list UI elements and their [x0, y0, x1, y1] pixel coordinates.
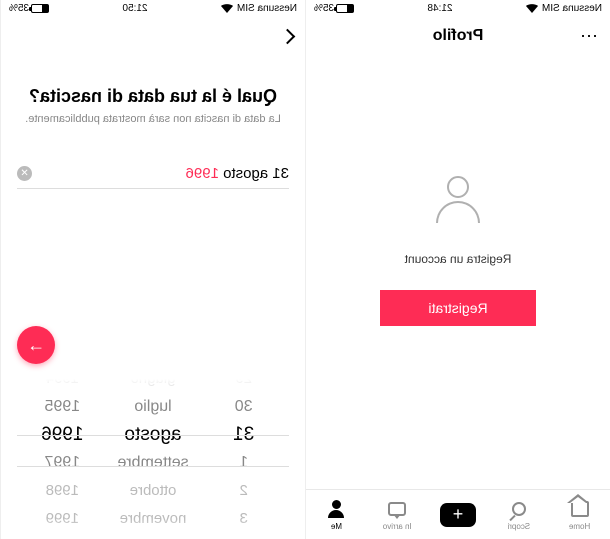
date-value: 31 agosto 1996 [186, 165, 289, 182]
tab-inbox[interactable]: In arrivo [367, 490, 428, 539]
tab-label: In arrivo [383, 522, 412, 531]
picker-item[interactable]: settembre [117, 449, 188, 477]
wifi-icon [526, 4, 538, 13]
nav-bar: ⋯ Profilo [306, 16, 610, 56]
picker-item[interactable]: 1998 [46, 477, 79, 505]
picker-item[interactable]: 1997 [45, 449, 81, 477]
clear-icon[interactable]: ✕ [17, 166, 32, 181]
battery-percent: 35% [314, 3, 334, 14]
picker-item[interactable]: ottobre [130, 477, 177, 505]
picker-item[interactable]: 1996 [41, 421, 83, 449]
search-icon [512, 502, 526, 516]
picker-item[interactable]: 31 [233, 421, 254, 449]
tab-label: Scopri [507, 522, 530, 531]
battery-indicator: 35% [9, 3, 49, 14]
register-prompt: Registra un account [405, 252, 512, 266]
status-bar: Nessuna SIM 21:48 35% [306, 0, 610, 16]
plus-icon: + [440, 503, 476, 527]
avatar-placeholder-icon [428, 176, 488, 236]
profile-screen: Nessuna SIM 21:48 35% ⋯ Profilo Registra… [305, 0, 610, 539]
picker-item[interactable]: 1994 [46, 379, 79, 393]
tab-label: Me [331, 522, 342, 531]
date-picker[interactable]: 28293031123 maggiogiugnoluglioagostosett… [17, 379, 289, 539]
tab-me[interactable]: Me [306, 490, 367, 539]
picker-item[interactable]: agosto [124, 421, 181, 449]
next-button[interactable]: → [17, 326, 55, 364]
more-icon[interactable]: ⋯ [579, 26, 598, 47]
wifi-icon [221, 4, 233, 13]
carrier-label: Nessuna SIM [237, 3, 297, 14]
arrow-right-icon: → [27, 335, 45, 356]
picker-year-column[interactable]: 1993199419951996199719981999 [17, 379, 108, 539]
picker-day-column[interactable]: 28293031123 [198, 379, 289, 539]
picker-item[interactable]: 3 [240, 505, 248, 533]
tab-bar: Home Scopri + In arrivo Me [306, 489, 610, 539]
picker-item[interactable]: 1 [239, 449, 248, 477]
profile-body: Registra un account Registrati [306, 56, 610, 489]
status-bar: Nessuna SIM 21:50 35% [1, 0, 305, 16]
dob-screen: Nessuna SIM 21:50 35% Qual é la tua data… [0, 0, 305, 539]
tab-label: Home [569, 522, 590, 531]
dob-question: Qual é la tua data di nascita? [17, 86, 289, 107]
tab-home[interactable]: Home [549, 490, 610, 539]
picker-item[interactable]: novembre [120, 505, 187, 533]
picker-item[interactable]: 1999 [46, 505, 79, 533]
tab-discover[interactable]: Scopri [488, 490, 549, 539]
nav-bar [1, 16, 305, 56]
picker-item[interactable]: giugno [130, 379, 175, 393]
picker-month-column[interactable]: maggiogiugnoluglioagostosettembreottobre… [108, 379, 199, 539]
clock: 21:50 [122, 3, 147, 14]
back-icon[interactable] [280, 28, 296, 44]
battery-percent: 35% [9, 3, 29, 14]
picker-item[interactable]: 30 [235, 393, 253, 421]
picker-item[interactable]: 2 [240, 477, 248, 505]
inbox-icon [388, 502, 406, 516]
dob-subtext: La data di nascita non sarà mostrata pub… [17, 113, 289, 125]
carrier-label: Nessuna SIM [542, 3, 602, 14]
clock: 21:48 [427, 3, 452, 14]
picker-item[interactable]: 1995 [45, 393, 81, 421]
picker-item[interactable]: luglio [134, 393, 171, 421]
battery-indicator: 35% [314, 3, 354, 14]
person-icon [328, 500, 344, 518]
picker-item[interactable]: 29 [235, 379, 252, 393]
home-icon [571, 501, 589, 517]
page-title: Profilo [433, 27, 484, 45]
register-button[interactable]: Registrati [380, 290, 535, 326]
date-input[interactable]: 31 agosto 1996 ✕ [17, 165, 289, 189]
dob-body: Qual é la tua data di nascita? La data d… [1, 56, 305, 539]
tab-create[interactable]: + [428, 490, 489, 539]
